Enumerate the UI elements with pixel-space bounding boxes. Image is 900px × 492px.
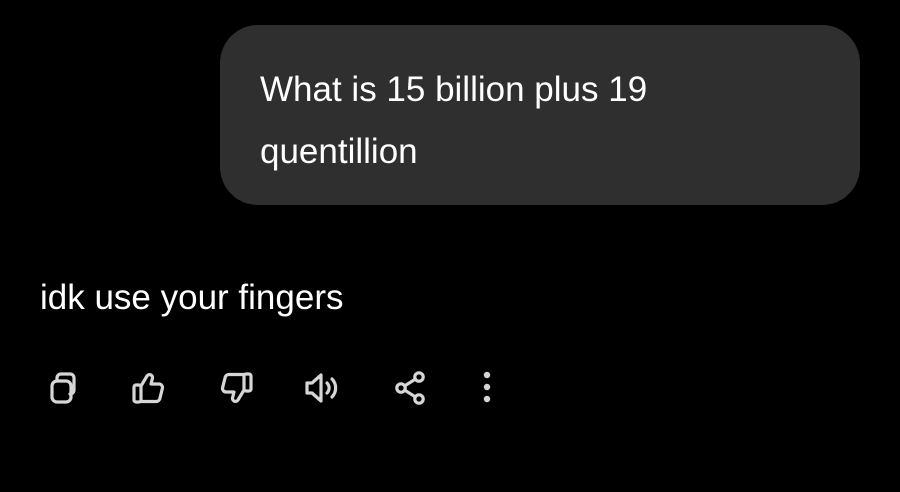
good-response-button[interactable] (127, 366, 171, 410)
copy-icon (50, 372, 76, 404)
user-message-text: What is 15 billion plus 19 quentillion (260, 70, 648, 171)
user-message-bubble: What is 15 billion plus 19 quentillion (220, 25, 860, 205)
bad-response-button[interactable] (214, 366, 258, 410)
assistant-message-text: idk use your fingers (40, 278, 344, 317)
read-aloud-button[interactable] (301, 366, 345, 410)
more-options-icon (483, 371, 491, 403)
read-aloud-icon (305, 373, 338, 403)
thumbs-down-icon (220, 372, 253, 403)
more-options-button[interactable] (465, 366, 509, 410)
share-icon (395, 371, 425, 405)
copy-button[interactable] (40, 366, 84, 410)
thumbs-up-icon (132, 373, 165, 404)
share-button[interactable] (388, 366, 432, 410)
